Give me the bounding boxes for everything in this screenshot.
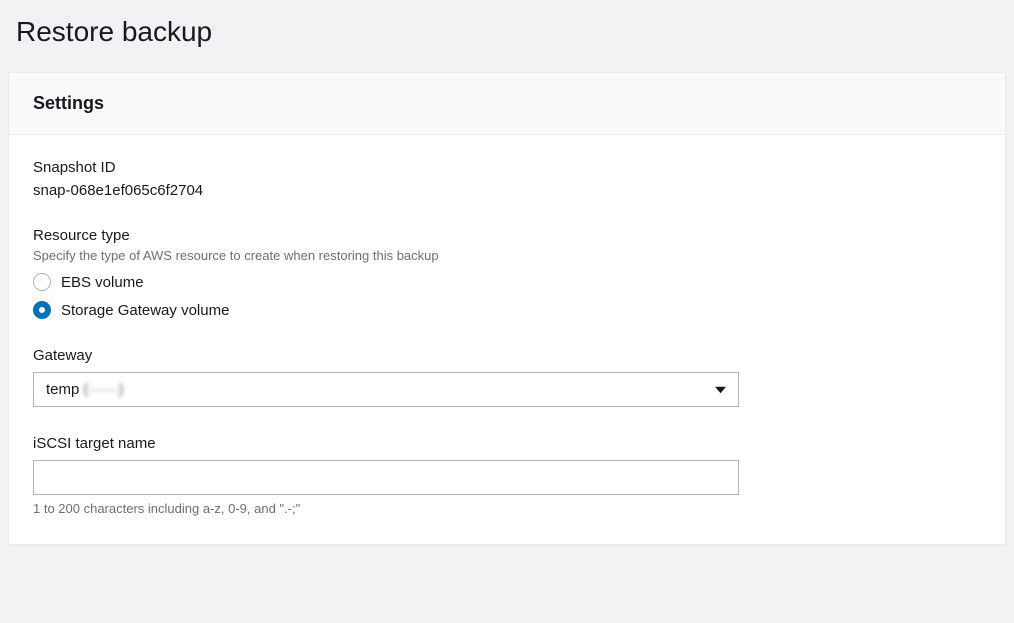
gateway-select[interactable]: temp (······) [33, 372, 739, 407]
iscsi-target-name-label: iSCSI target name [33, 435, 981, 452]
gateway-field: Gateway temp (······) [33, 347, 981, 407]
resource-type-description: Specify the type of AWS resource to crea… [33, 248, 981, 263]
snapshot-id-field: Snapshot ID snap-068e1ef065c6f2704 [33, 159, 981, 199]
gateway-select-wrap: temp (······) [33, 372, 739, 407]
settings-panel-body: Snapshot ID snap-068e1ef065c6f2704 Resou… [9, 135, 1005, 544]
resource-type-label: Resource type [33, 227, 981, 244]
settings-panel: Settings Snapshot ID snap-068e1ef065c6f2… [8, 72, 1006, 545]
settings-heading: Settings [33, 93, 981, 114]
radio-icon-selected [33, 301, 51, 319]
resource-type-option-sgw[interactable]: Storage Gateway volume [33, 301, 981, 319]
gateway-select-value: temp (······) [46, 381, 123, 398]
iscsi-target-name-hint: 1 to 200 characters including a-z, 0-9, … [33, 501, 981, 516]
resource-type-field: Resource type Specify the type of AWS re… [33, 227, 981, 319]
gateway-label: Gateway [33, 347, 981, 364]
radio-icon-unselected [33, 273, 51, 291]
resource-type-radio-group: EBS volume Storage Gateway volume [33, 273, 981, 319]
gateway-value-suffix: (······) [83, 381, 123, 398]
resource-type-option-sgw-label: Storage Gateway volume [61, 302, 229, 319]
iscsi-target-name-input[interactable] [33, 460, 739, 495]
snapshot-id-label: Snapshot ID [33, 159, 981, 176]
snapshot-id-value: snap-068e1ef065c6f2704 [33, 182, 981, 199]
page-title: Restore backup [16, 16, 1006, 48]
resource-type-option-ebs[interactable]: EBS volume [33, 273, 981, 291]
settings-panel-header: Settings [9, 73, 1005, 135]
resource-type-option-ebs-label: EBS volume [61, 274, 144, 291]
page-header: Restore backup [0, 0, 1014, 72]
iscsi-target-name-field: iSCSI target name 1 to 200 characters in… [33, 435, 981, 516]
gateway-value-text: temp [46, 381, 79, 398]
